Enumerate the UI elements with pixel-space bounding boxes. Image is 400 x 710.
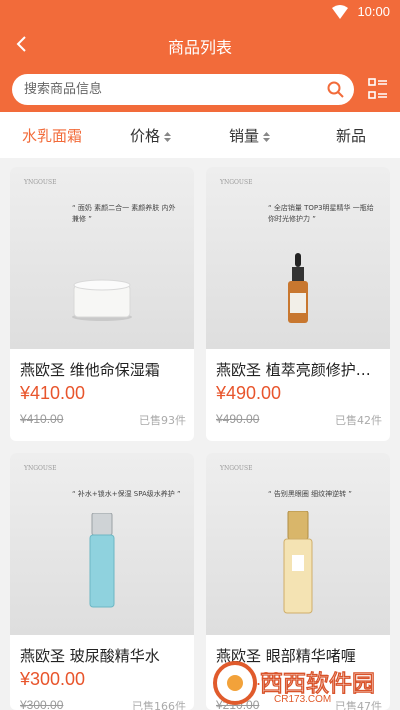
tab-price[interactable]: 价格 bbox=[130, 125, 172, 146]
original-price: ¥490.00 bbox=[216, 412, 260, 426]
status-time: 10:00 bbox=[357, 4, 390, 19]
product-slogan: “ 面奶 素颜二合一 素颜养肤 内外兼修 ” bbox=[72, 204, 176, 223]
product-name: 燕欧圣 植萃亮颜修护精华液 bbox=[216, 361, 382, 379]
product-price: ¥490.00 bbox=[216, 383, 282, 403]
product-card[interactable]: YNGOUSE “ 全店销量 TOP3明星精华 一瓶给你时光修护力 ” 燕欧圣 … bbox=[206, 167, 390, 441]
watermark-url: CR173.COM bbox=[274, 694, 332, 705]
wifi-icon bbox=[332, 5, 348, 19]
brand-logo: YNGOUSE bbox=[24, 179, 57, 186]
product-name: 燕欧圣 维他命保湿霜 bbox=[20, 361, 160, 379]
search-input[interactable] bbox=[24, 74, 324, 105]
sold-count: 已售166件 bbox=[132, 700, 186, 710]
brand-logo: YNGOUSE bbox=[24, 465, 57, 472]
product-slogan: “ 补水+锁水+保湿 SPA级水养护 ” bbox=[72, 490, 181, 498]
product-image: YNGOUSE “ 面奶 素颜二合一 素颜养肤 内外兼修 ” bbox=[10, 167, 194, 349]
product-card[interactable]: YNGOUSE “ 面奶 素颜二合一 素颜养肤 内外兼修 ” 燕欧圣 维他命保湿… bbox=[10, 167, 194, 441]
original-price: ¥410.00 bbox=[20, 412, 64, 426]
page-title: 商品列表 bbox=[167, 38, 232, 57]
header-bar: 10:00 商品列表 bbox=[0, 0, 400, 112]
serum-bottle-icon bbox=[288, 253, 308, 323]
product-slogan: “ 全店销量 TOP3明星精华 一瓶给你时光修护力 ” bbox=[268, 204, 374, 223]
product-slogan: “ 告别黑眼圈 细纹神逆转 ” bbox=[268, 490, 352, 498]
product-image: YNGOUSE “ 告别黑眼圈 细纹神逆转 ” bbox=[206, 453, 390, 635]
nav-bar: 商品列表 bbox=[0, 26, 400, 66]
product-price: ¥410.00 bbox=[20, 383, 86, 403]
watermark: 西西软件园 CR173.COM bbox=[208, 660, 396, 710]
product-card[interactable]: YNGOUSE “ 补水+锁水+保湿 SPA级水养护 ” 燕欧圣 玻尿酸精华水 … bbox=[10, 453, 194, 710]
filter-tabs: 水乳面霜 价格 销量 新品 bbox=[0, 112, 400, 158]
tab-category[interactable]: 水乳面霜 bbox=[22, 125, 82, 146]
product-image: YNGOUSE “ 补水+锁水+保湿 SPA级水养护 ” bbox=[10, 453, 194, 635]
tab-new[interactable]: 新品 bbox=[336, 125, 366, 146]
status-bar: 10:00 bbox=[0, 0, 400, 26]
sold-count: 已售93件 bbox=[139, 414, 186, 427]
watermark-logo-icon bbox=[213, 661, 257, 705]
search-bar bbox=[12, 74, 354, 105]
brand-logo: YNGOUSE bbox=[220, 179, 253, 186]
layout-toggle-icon[interactable] bbox=[368, 78, 388, 100]
product-image: YNGOUSE “ 全店销量 TOP3明星精华 一瓶给你时光修护力 ” bbox=[206, 167, 390, 349]
sort-icon bbox=[164, 131, 172, 142]
cream-jar-icon bbox=[72, 279, 132, 321]
product-price: ¥300.00 bbox=[20, 669, 86, 689]
original-price: ¥300.00 bbox=[20, 698, 64, 710]
watermark-text: 西西软件园 bbox=[260, 671, 376, 698]
sort-icon bbox=[263, 131, 271, 142]
toner-bottle-icon bbox=[89, 513, 115, 608]
brand-logo: YNGOUSE bbox=[220, 465, 253, 472]
search-icon[interactable] bbox=[327, 81, 344, 98]
eye-gel-bottle-icon bbox=[283, 511, 313, 614]
tab-sales[interactable]: 销量 bbox=[229, 125, 271, 146]
product-name: 燕欧圣 玻尿酸精华水 bbox=[20, 647, 160, 665]
sold-count: 已售42件 bbox=[335, 414, 382, 427]
